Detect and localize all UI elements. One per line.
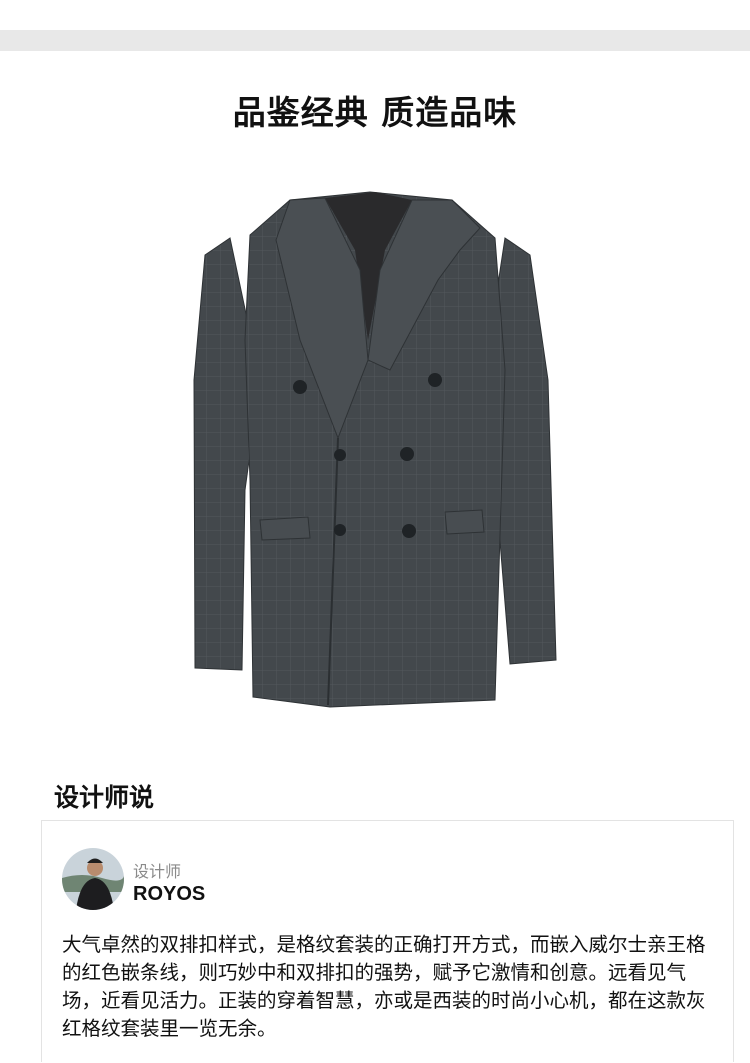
designer-card: 设计师 ROYOS 大气卓然的双排扣样式，是格纹套装的正确打开方式，而嵌入威尔士…: [41, 820, 734, 1062]
suit-jacket-image: [193, 191, 557, 708]
page-headline: 品鉴经典 质造品味: [232, 93, 518, 132]
top-divider-strip: [0, 30, 750, 51]
designer-role-label: 设计师: [133, 862, 182, 881]
designer-portrait-icon: [62, 848, 124, 910]
product-image[interactable]: [150, 180, 600, 720]
designer-description: 大气卓然的双排扣样式，是格纹套装的正确打开方式，而嵌入威尔士亲王格的红色嵌条线，…: [62, 933, 706, 1040]
designer-section-title: 设计师说: [54, 783, 155, 812]
designer-name: ROYOS: [133, 883, 206, 905]
avatar: [62, 848, 124, 910]
